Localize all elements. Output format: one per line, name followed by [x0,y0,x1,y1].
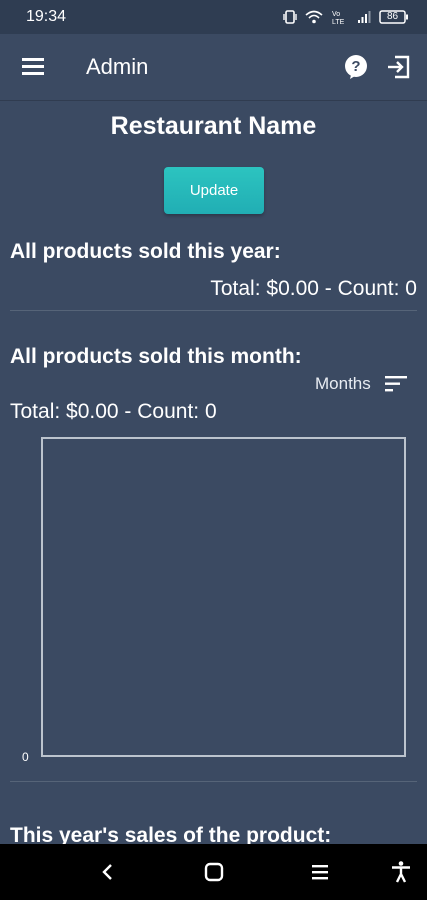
app-bar: Admin ? [0,34,427,100]
volte-icon: Vo LTE [331,9,349,25]
divider [10,310,417,311]
help-icon: ? [345,55,367,79]
year-section-title: All products sold this year: [10,240,281,263]
restaurant-name: Restaurant Name [110,112,317,140]
signal-icon [357,10,371,24]
dashboard-content[interactable]: Restaurant Name Update All products sold… [0,100,427,844]
home-button[interactable] [202,860,226,884]
logout-icon [388,55,410,79]
accessibility-button[interactable] [389,860,413,884]
app-title: Admin [86,54,149,79]
logout-button[interactable] [386,54,412,80]
svg-text:LTE: LTE [332,19,345,25]
menu-icon [22,58,44,75]
year-total: Total: $0.00 - Count: 0 [210,277,417,300]
months-sort-button[interactable]: Months [315,374,407,394]
product-section-title: This year's sales of the product: [10,824,332,844]
help-button[interactable]: ? [343,54,369,80]
wifi-icon [305,10,323,24]
month-total: Total: $0.00 - Count: 0 [10,400,217,423]
status-time: 19:34 [26,8,67,25]
svg-text:Vo: Vo [332,11,340,18]
recents-button[interactable] [308,860,332,884]
month-section-title: All products sold this month: [10,345,302,368]
battery-level: 86 [386,11,399,22]
chart-y-tick-0: 0 [22,750,29,764]
status-icons: Vo LTE 86 [283,9,409,25]
vibrate-icon [283,10,297,24]
svg-text:?: ? [351,58,360,75]
month-chart-area [41,437,406,757]
menu-button[interactable] [22,56,46,78]
system-nav-bar [0,844,427,900]
back-icon [102,864,112,880]
status-bar: 19:34 Vo LTE 86 [0,0,427,34]
divider [10,781,417,782]
home-icon [204,862,224,882]
months-label: Months [315,374,371,393]
battery-icon: 86 [379,10,409,24]
update-button[interactable]: Update [164,167,264,214]
recents-icon [312,865,328,880]
sort-icon [384,376,407,392]
back-button[interactable] [96,860,120,884]
accessibility-icon [392,861,410,883]
